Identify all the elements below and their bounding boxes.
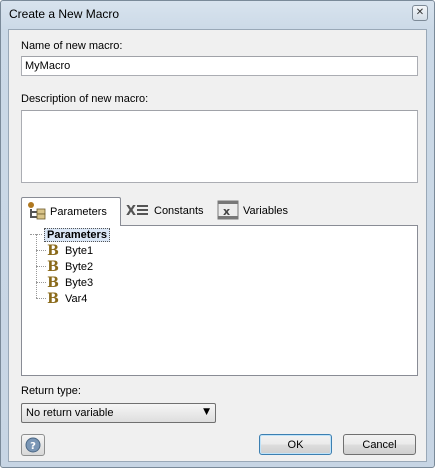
name-input[interactable] [22, 57, 417, 75]
variables-icon: x [217, 200, 239, 223]
svg-text:x: x [223, 205, 230, 218]
tree-connector [36, 266, 46, 267]
close-button[interactable]: ✕ [412, 5, 428, 21]
title-bar[interactable]: Create a New Macro ✕ [1, 1, 434, 27]
name-label: Name of new macro: [21, 40, 123, 52]
help-glyph: ? [30, 441, 36, 452]
cancel-button[interactable]: Cancel [343, 434, 416, 455]
dialog-window: Create a New Macro ✕ Name of new macro: … [0, 0, 435, 468]
tree-item-label: Byte1 [65, 245, 94, 257]
parameters-tree[interactable]: Parameters B Byte1 B Byte2 B Byte3 B Var… [21, 225, 418, 376]
tab-variables[interactable]: x Variables [213, 197, 303, 225]
tree-item[interactable]: B Byte2 [46, 259, 93, 275]
return-type-value: No return variable [26, 407, 114, 419]
tab-constants[interactable]: X Constants [122, 197, 212, 225]
tree-item[interactable]: B Byte3 [46, 275, 93, 291]
description-field[interactable] [21, 110, 418, 183]
tree-root-label: Parameters [44, 228, 110, 242]
description-label: Description of new macro: [21, 93, 149, 105]
tab-strip: Parameters X Constants x Variables [21, 197, 417, 227]
tree-item[interactable]: B Byte1 [46, 243, 93, 259]
constants-icon: X [126, 202, 150, 221]
ok-button-label: OK [287, 438, 304, 451]
window-title: Create a New Macro [9, 7, 120, 21]
tree-connector [30, 234, 42, 235]
name-field[interactable] [21, 56, 418, 76]
tree-item-label: Byte2 [65, 261, 94, 273]
tree-item-label: Var4 [65, 293, 88, 305]
help-icon: ? [25, 437, 41, 453]
ok-button[interactable]: OK [259, 434, 332, 455]
help-button[interactable]: ? [21, 434, 45, 456]
tab-parameters[interactable]: Parameters [21, 197, 121, 226]
chevron-down-icon: ▼ [203, 407, 210, 417]
close-icon: ✕ [415, 7, 425, 18]
b-type-icon: B [47, 275, 59, 291]
tree-item-label: Byte3 [65, 277, 94, 289]
parameters-icon [26, 201, 46, 224]
b-type-icon: B [47, 291, 59, 307]
tree-item[interactable]: B Var4 [46, 291, 87, 307]
return-type-label: Return type: [21, 385, 81, 397]
cancel-button-label: Cancel [362, 438, 397, 451]
return-type-select[interactable]: No return variable ▼ [21, 403, 216, 423]
tab-parameters-label: Parameters [50, 206, 107, 218]
tree-connector [36, 282, 46, 283]
tree-connector [36, 250, 46, 251]
dialog-body: Name of new macro: Description of new ma… [8, 29, 427, 462]
tab-variables-label: Variables [243, 205, 289, 217]
tree-connector [36, 298, 46, 299]
tree-root[interactable]: Parameters [44, 227, 110, 243]
svg-text:X: X [126, 204, 136, 218]
b-type-icon: B [47, 243, 59, 259]
b-type-icon: B [47, 259, 59, 275]
tab-constants-label: Constants [154, 205, 204, 217]
